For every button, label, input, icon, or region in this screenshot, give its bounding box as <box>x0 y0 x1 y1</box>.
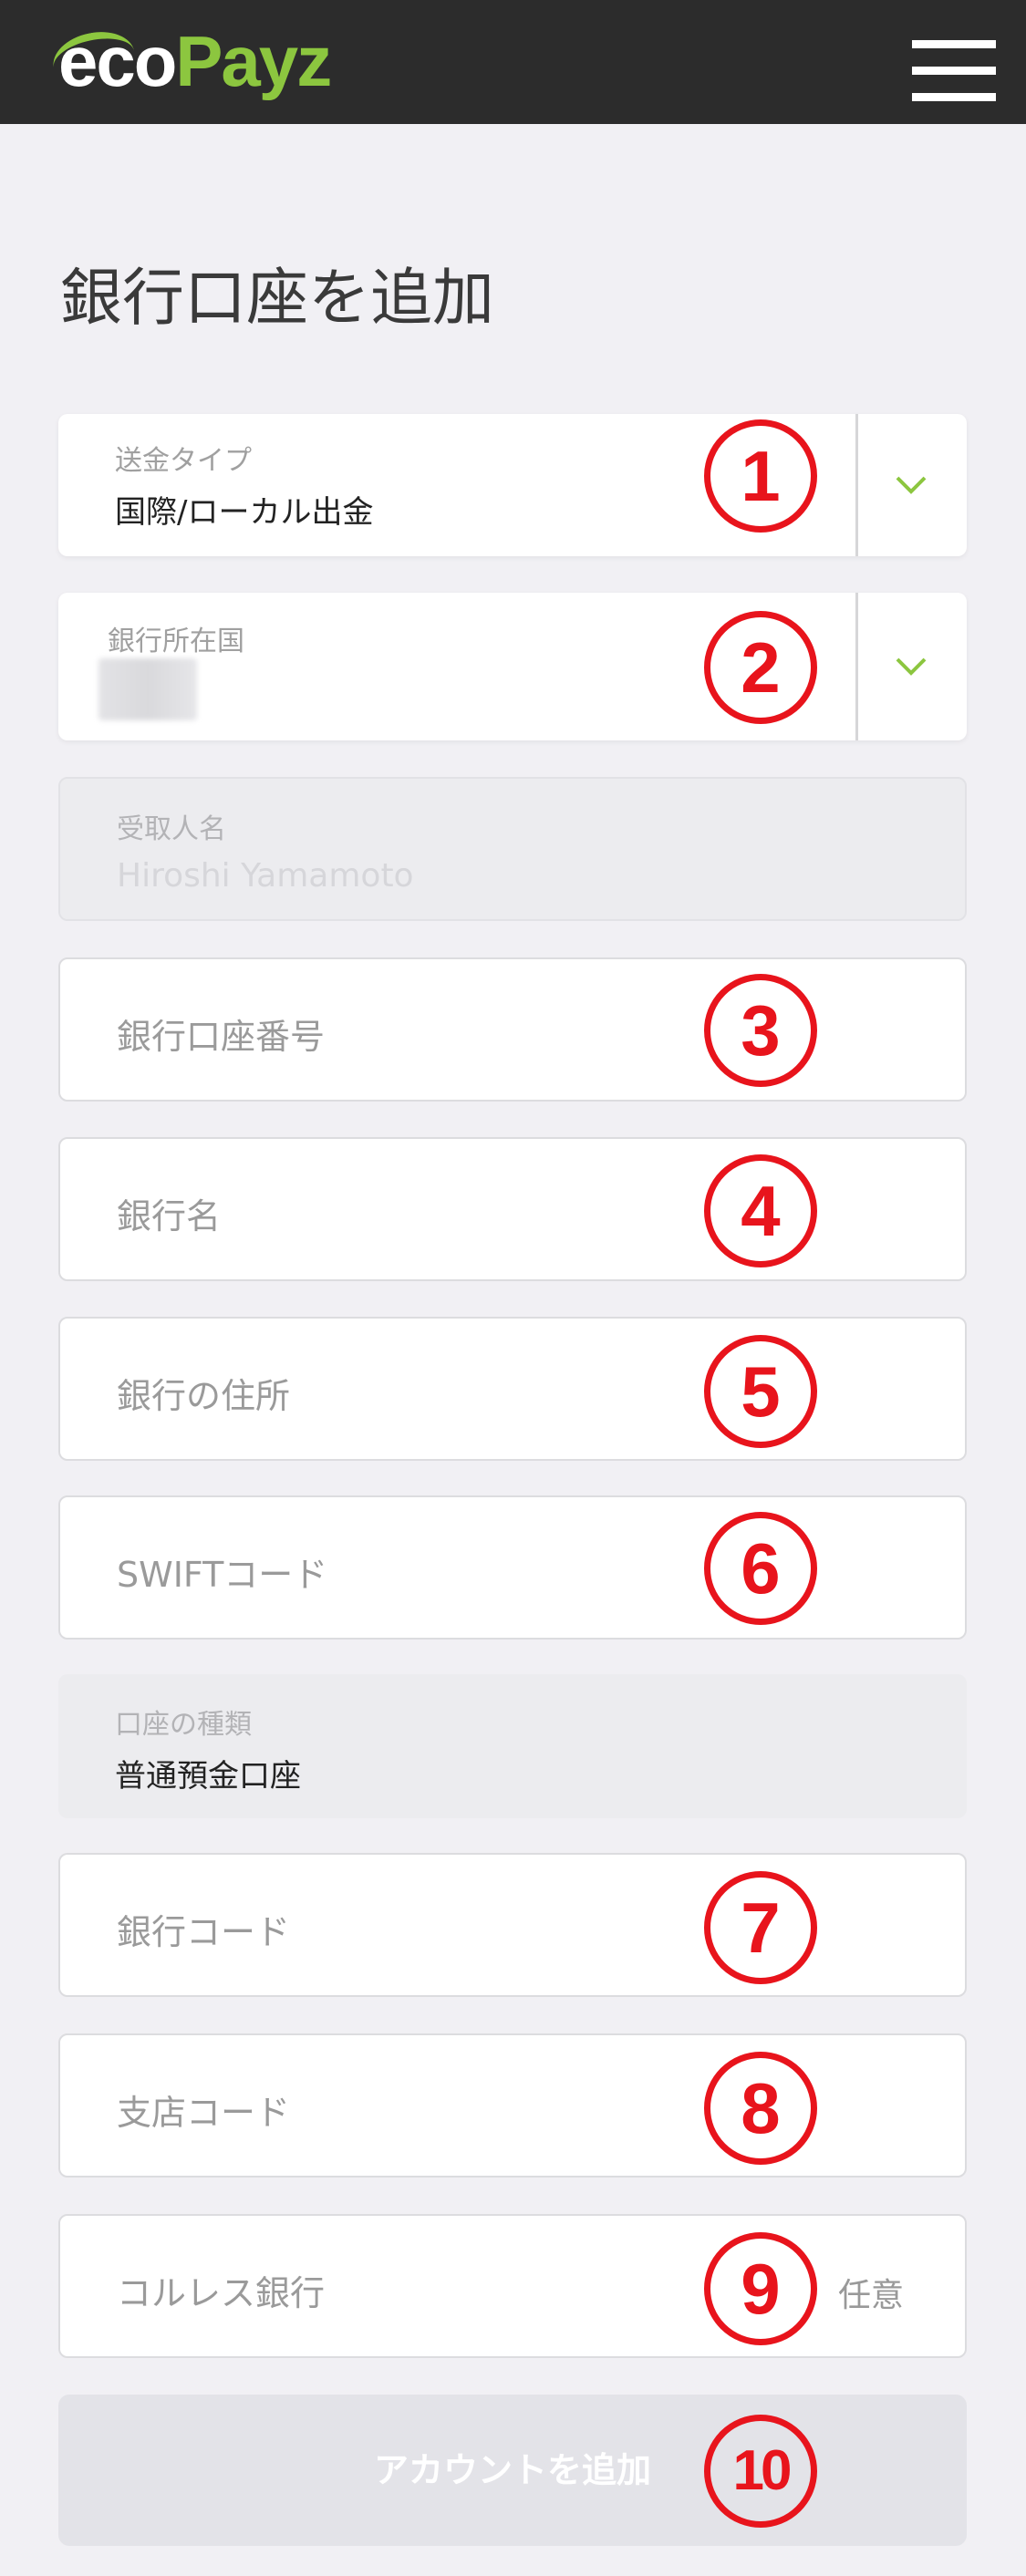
swift-code-placeholder: SWIFTコード <box>117 1555 328 1595</box>
ecopayz-logo[interactable]: ecoPayz <box>47 20 332 102</box>
annotation-5: 5 <box>704 1335 817 1448</box>
transfer-type-label: 送金タイプ <box>115 445 252 477</box>
branch-code-placeholder: 支店コード <box>117 2093 291 2133</box>
logo-payz-text: Payz <box>175 21 332 101</box>
bank-address-input[interactable]: 銀行の住所 <box>58 1317 967 1461</box>
transfer-type-select[interactable]: 送金タイプ 国際/ローカル出金 <box>58 414 967 556</box>
page-title: 銀行口座を追加 <box>60 263 495 335</box>
bank-code-placeholder: 銀行コード <box>117 1912 291 1952</box>
annotation-8: 8 <box>704 2052 817 2165</box>
branch-code-input[interactable]: 支店コード <box>58 2033 967 2178</box>
top-bar: ecoPayz <box>0 0 1026 124</box>
bank-country-label: 銀行所在国 <box>108 626 244 657</box>
annotation-3: 3 <box>704 974 817 1087</box>
chevron-down-icon[interactable] <box>890 646 932 688</box>
select-divider <box>855 593 858 740</box>
select-divider <box>855 414 858 556</box>
account-number-input[interactable]: 銀行口座番号 <box>58 957 967 1102</box>
bank-code-input[interactable]: 銀行コード <box>58 1853 967 1997</box>
correspondent-bank-placeholder: コルレス銀行 <box>117 2273 326 2313</box>
annotation-10: 10 <box>704 2415 817 2528</box>
transfer-type-value: 国際/ローカル出金 <box>115 494 374 531</box>
add-account-button[interactable]: アカウントを追加 <box>58 2395 967 2546</box>
annotation-2: 2 <box>704 611 817 724</box>
recipient-name-label: 受取人名 <box>117 813 226 845</box>
correspondent-bank-input[interactable]: コルレス銀行 任意 <box>58 2214 967 2358</box>
bank-name-placeholder: 銀行名 <box>117 1196 222 1236</box>
bank-name-input[interactable]: 銀行名 <box>58 1137 967 1281</box>
annotation-7: 7 <box>704 1871 817 1984</box>
bank-country-select[interactable]: 銀行所在国 <box>58 593 967 740</box>
account-type-value: 普通預金口座 <box>115 1758 301 1795</box>
recipient-name-field: 受取人名 Hiroshi Yamamoto <box>58 777 967 921</box>
account-type-label: 口座の種類 <box>115 1709 252 1741</box>
annotation-9: 9 <box>704 2232 817 2345</box>
account-type-field: 口座の種類 普通預金口座 <box>58 1674 967 1818</box>
annotation-4: 4 <box>704 1154 817 1267</box>
chevron-down-icon[interactable] <box>890 464 932 506</box>
swift-code-input[interactable]: SWIFTコード <box>58 1495 967 1640</box>
recipient-name-value: Hiroshi Yamamoto <box>117 857 414 895</box>
bank-address-placeholder: 銀行の住所 <box>117 1376 291 1416</box>
annotation-6: 6 <box>704 1512 817 1625</box>
redacted-country-value <box>98 658 197 720</box>
account-number-placeholder: 銀行口座番号 <box>117 1017 326 1057</box>
annotation-1: 1 <box>704 419 817 533</box>
optional-label: 任意 <box>838 2277 905 2314</box>
hamburger-menu-icon[interactable] <box>912 40 996 102</box>
